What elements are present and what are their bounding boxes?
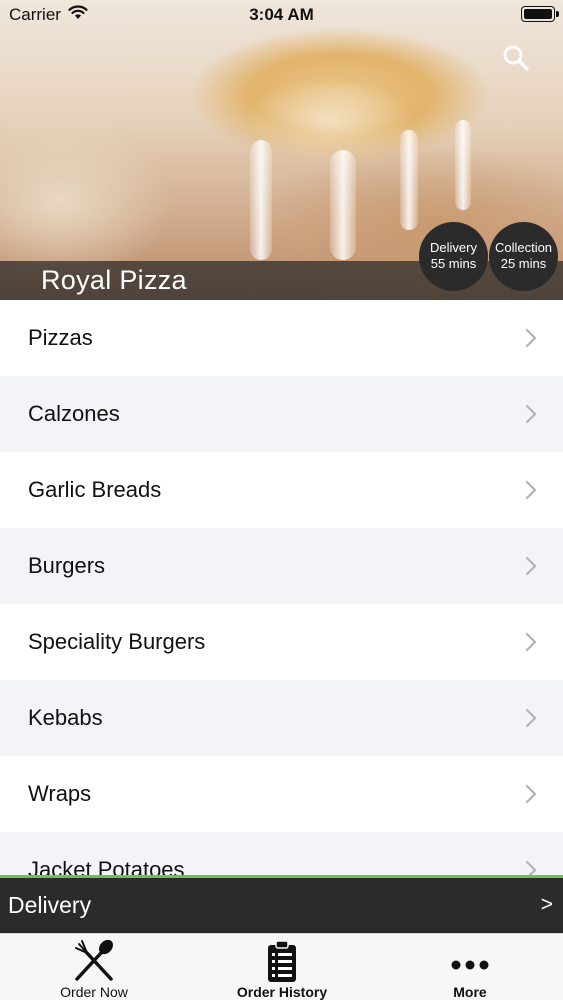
menu-item-kebabs[interactable]: Kebabs xyxy=(0,680,563,756)
tab-label: More xyxy=(453,984,487,1000)
delivery-time-badge: Delivery 55 mins xyxy=(419,222,488,291)
chevron-right-icon xyxy=(525,404,537,424)
order-type-arrow: > xyxy=(540,893,553,916)
collection-time-label: Collection xyxy=(494,240,553,255)
delivery-time-value: 55 mins xyxy=(430,256,477,271)
status-bar: Carrier 3:04 AM xyxy=(0,0,563,30)
tab-label: Order History xyxy=(236,984,328,1000)
hero-image-detail xyxy=(400,130,418,230)
menu-item-burgers[interactable]: Burgers xyxy=(0,528,563,604)
hero-image-detail xyxy=(250,140,272,260)
menu-item-calzones[interactable]: Calzones xyxy=(0,376,563,452)
menu-item-garlic-breads[interactable]: Garlic Breads xyxy=(0,452,563,528)
menu-item-jacket-potatoes[interactable]: Jacket Potatoes xyxy=(0,832,563,875)
clock: 3:04 AM xyxy=(249,5,314,24)
hero-image-detail xyxy=(330,150,356,260)
chevron-right-icon xyxy=(525,708,537,728)
menu-category-list[interactable]: Pizzas Calzones Garlic Breads Burgers Sp… xyxy=(0,300,563,875)
restaurant-name: Royal Pizza xyxy=(41,265,187,295)
tab-order-history[interactable]: Order History xyxy=(188,934,376,1000)
tab-bar: Order Now Order History More xyxy=(0,933,563,1000)
menu-item-label: Wraps xyxy=(28,781,92,806)
order-type-bar[interactable]: Delivery > xyxy=(0,875,563,933)
menu-item-wraps[interactable]: Wraps xyxy=(0,756,563,832)
chevron-right-icon xyxy=(525,860,537,875)
menu-item-label: Garlic Breads xyxy=(28,477,162,502)
fork-spoon-icon xyxy=(75,939,113,981)
battery-icon xyxy=(521,6,559,22)
menu-item-label: Kebabs xyxy=(28,705,103,730)
menu-item-label: Speciality Burgers xyxy=(28,629,206,654)
menu-item-label: Calzones xyxy=(28,401,120,426)
collection-time-badge: Collection 25 mins xyxy=(489,222,558,291)
collection-time-value: 25 mins xyxy=(500,256,547,271)
search-button[interactable] xyxy=(500,42,532,74)
menu-item-label: Burgers xyxy=(28,553,106,578)
search-icon xyxy=(503,45,529,71)
menu-item-speciality-burgers[interactable]: Speciality Burgers xyxy=(0,604,563,680)
menu-item-pizzas[interactable]: Pizzas xyxy=(0,300,563,376)
tab-order-now[interactable]: Order Now xyxy=(0,934,188,1000)
menu-item-label: Pizzas xyxy=(28,325,93,350)
order-type-label: Delivery xyxy=(8,892,92,918)
chevron-right-icon xyxy=(525,480,537,500)
chevron-right-icon xyxy=(525,556,537,576)
clipboard-list-icon xyxy=(268,940,296,982)
tab-label: Order Now xyxy=(60,984,128,1000)
tab-more[interactable]: More xyxy=(376,934,563,1000)
delivery-time-label: Delivery xyxy=(430,240,477,255)
menu-item-label: Jacket Potatoes xyxy=(28,857,185,875)
chevron-right-icon xyxy=(525,632,537,652)
chevron-right-icon xyxy=(525,784,537,804)
more-dots-icon xyxy=(451,960,489,970)
chevron-right-icon xyxy=(525,328,537,348)
hero-image-detail xyxy=(455,120,471,210)
